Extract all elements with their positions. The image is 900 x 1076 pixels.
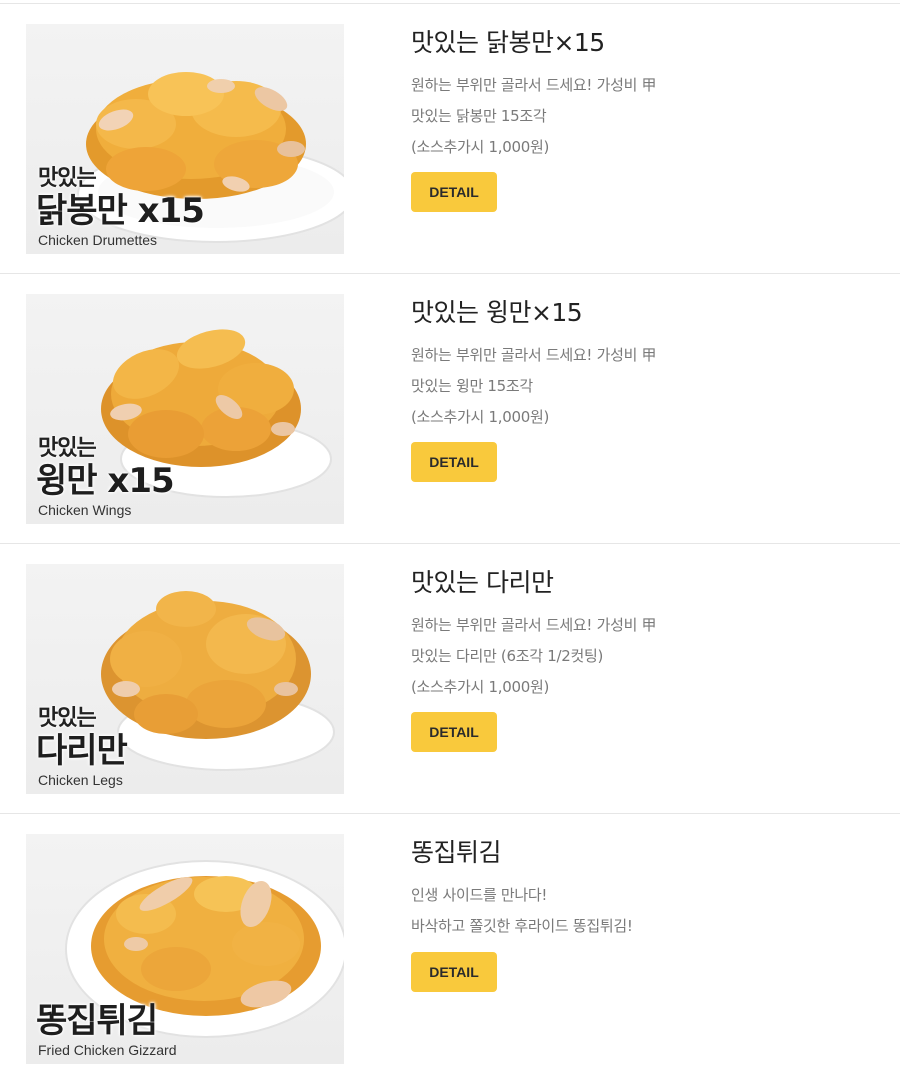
desc-line: 맛있는 닭봉만 15조각 xyxy=(411,107,547,125)
detail-button[interactable]: DETAIL xyxy=(411,442,497,482)
product-photo[interactable]: 맛있는 윙만 x15 Chicken Wings xyxy=(26,294,344,524)
product-photo[interactable]: 맛있는 다리만 Chicken Legs xyxy=(26,564,344,794)
menu-item-legs: 맛있는 다리만 Chicken Legs 맛있는 다리만 원하는 부위만 골라서… xyxy=(0,544,900,814)
desc-line: (소스추가시 1,000원) xyxy=(411,138,550,156)
detail-button[interactable]: DETAIL xyxy=(411,952,497,992)
photo-label-small: 맛있는 xyxy=(38,436,97,461)
item-title[interactable]: 맛있는 다리만 xyxy=(411,566,881,600)
menu-item-wings: 맛있는 윙만 x15 Chicken Wings 맛있는 윙만×15 원하는 부… xyxy=(0,274,900,544)
desc-line: (소스추가시 1,000원) xyxy=(411,678,550,696)
photo-label-english: Fried Chicken Gizzard xyxy=(38,1042,177,1058)
photo-label-big: 윙만 x15 xyxy=(36,461,175,501)
item-description: 원하는 부위만 골라서 드세요! 가성비 甲 맛있는 닭봉만 15조각 (소스추… xyxy=(411,70,881,163)
item-title[interactable]: 맛있는 닭봉만×15 xyxy=(411,26,881,60)
photo-label-big: 닭봉만 x15 xyxy=(36,191,205,231)
item-description: 인생 사이드를 만나다! 바삭하고 쫄깃한 후라이드 똥집튀김! xyxy=(411,880,881,942)
item-description: 원하는 부위만 골라서 드세요! 가성비 甲 맛있는 다리만 (6조각 1/2컷… xyxy=(411,610,881,703)
photo-label-english: Chicken Legs xyxy=(38,772,123,788)
photo-label-english: Chicken Wings xyxy=(38,502,132,518)
photo-label-english: Chicken Drumettes xyxy=(38,232,158,248)
photo-label-small: 맛있는 xyxy=(38,166,97,191)
desc-line: 원하는 부위만 골라서 드세요! 가성비 甲 xyxy=(411,346,657,364)
photo-label-small: 맛있는 xyxy=(38,706,97,731)
desc-line: 인생 사이드를 만나다! xyxy=(411,886,548,904)
item-title[interactable]: 맛있는 윙만×15 xyxy=(411,296,881,330)
desc-line: (소스추가시 1,000원) xyxy=(411,408,550,426)
item-title[interactable]: 똥집튀김 xyxy=(411,836,881,870)
desc-line: 원하는 부위만 골라서 드세요! 가성비 甲 xyxy=(411,616,657,634)
desc-line: 맛있는 윙만 15조각 xyxy=(411,377,533,395)
detail-button[interactable]: DETAIL xyxy=(411,712,497,752)
detail-button[interactable]: DETAIL xyxy=(411,172,497,212)
product-photo[interactable]: 똥집튀김 Fried Chicken Gizzard xyxy=(26,834,344,1064)
photo-label-big: 똥집튀김 xyxy=(36,1001,158,1041)
photo-label-big: 다리만 xyxy=(36,731,128,771)
menu-item-gizzard: 똥집튀김 Fried Chicken Gizzard 똥집튀김 인생 사이드를 … xyxy=(0,814,900,1076)
desc-line: 바삭하고 쫄깃한 후라이드 똥집튀김! xyxy=(411,917,633,935)
product-photo[interactable]: 맛있는 닭봉만 x15 Chicken Drumettes xyxy=(26,24,344,254)
item-description: 원하는 부위만 골라서 드세요! 가성비 甲 맛있는 윙만 15조각 (소스추가… xyxy=(411,340,881,433)
menu-item-drumettes: 맛있는 닭봉만 x15 Chicken Drumettes 맛있는 닭봉만×15… xyxy=(0,4,900,274)
desc-line: 맛있는 다리만 (6조각 1/2컷팅) xyxy=(411,647,603,665)
desc-line: 원하는 부위만 골라서 드세요! 가성비 甲 xyxy=(411,76,657,94)
